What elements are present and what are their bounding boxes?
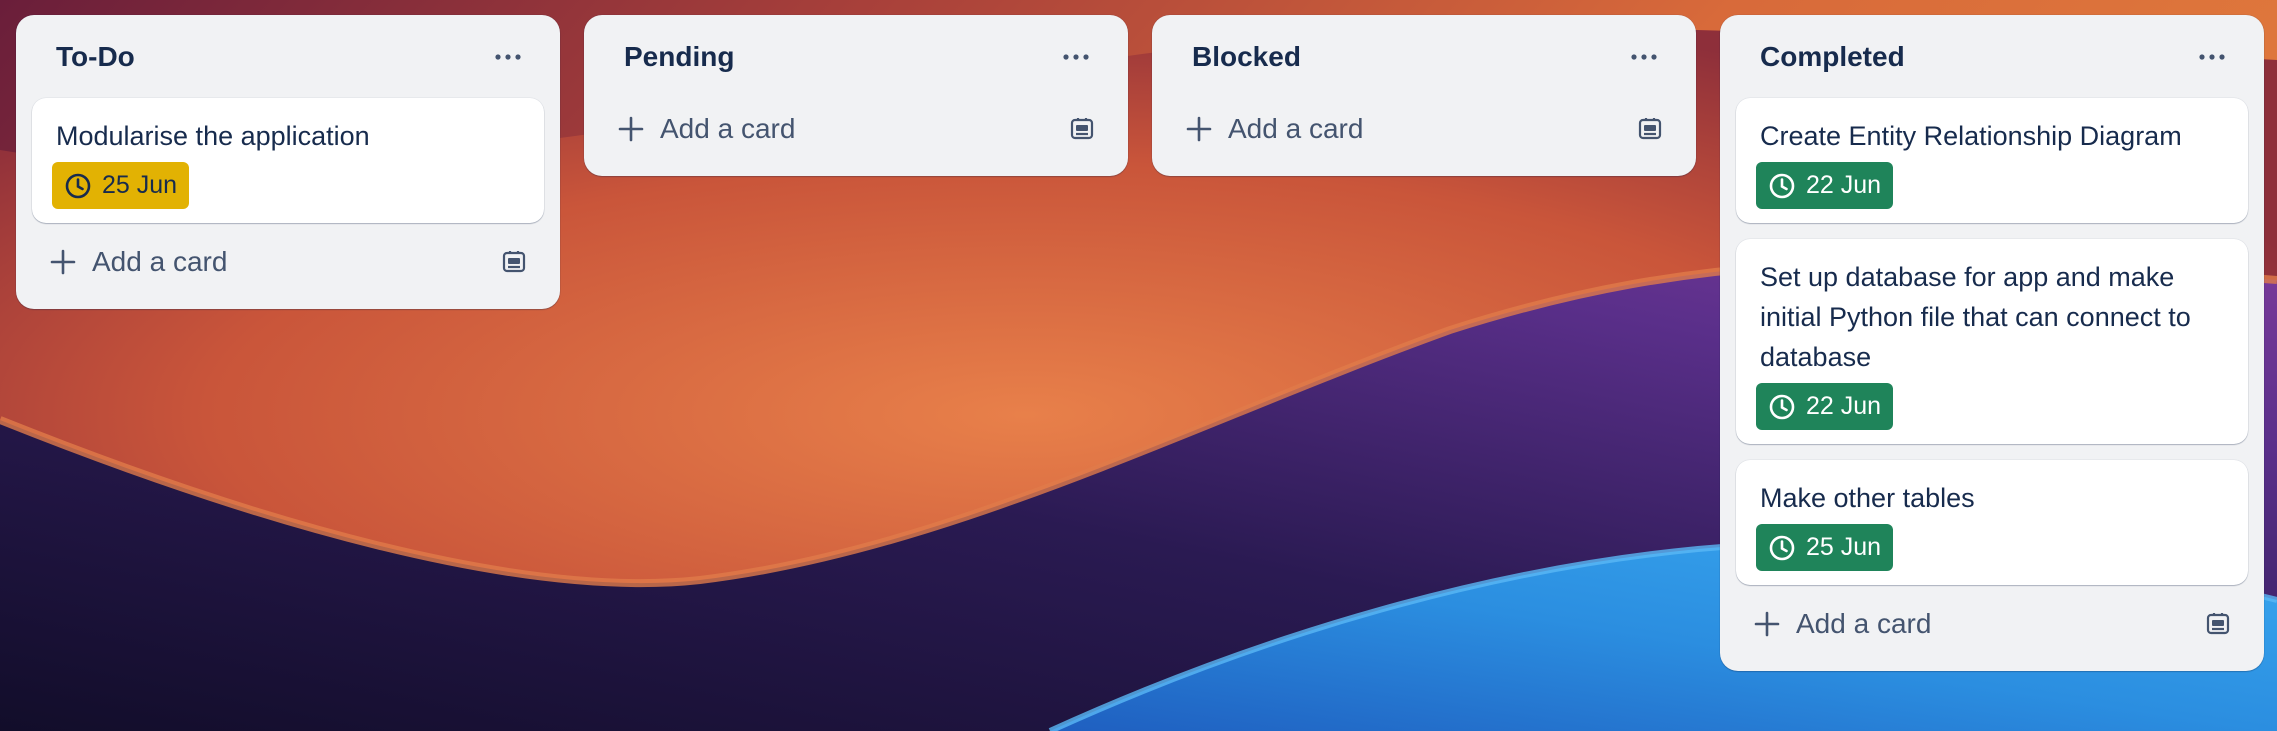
due-date-badge[interactable]: 25 Jun <box>1756 524 1894 571</box>
card-list: Create Entity Relationship Diagram 22 Ju… <box>1736 98 2248 585</box>
more-horizontal-icon <box>2199 53 2225 60</box>
add-card-button[interactable]: Add a card <box>32 231 544 293</box>
list-pending: Pending Add a card <box>584 15 1128 176</box>
due-date-label: 22 Jun <box>1806 171 1882 199</box>
card-template-icon <box>1070 118 1094 140</box>
due-date-badge[interactable]: 22 Jun <box>1756 162 1894 209</box>
list-menu-button[interactable] <box>1620 33 1668 81</box>
plus-icon <box>50 249 76 275</box>
card-template-icon <box>1638 118 1662 140</box>
card[interactable]: Make other tables 25 Jun <box>1736 460 2248 585</box>
card-list: Modularise the application 25 Jun <box>32 98 544 223</box>
card-title: Modularise the application <box>56 121 370 151</box>
plus-icon <box>1186 116 1212 142</box>
more-horizontal-icon <box>1631 53 1657 60</box>
create-from-template-button[interactable] <box>1064 111 1100 147</box>
list-menu-button[interactable] <box>2188 33 2236 81</box>
board: To-Do Modularise the application 25 Jun <box>16 15 2264 671</box>
list-completed: Completed Create Entity Relationship Dia… <box>1720 15 2264 671</box>
list-blocked: Blocked Add a card <box>1152 15 1696 176</box>
add-card-label: Add a card <box>92 246 228 277</box>
add-card-button[interactable]: Add a card <box>1168 98 1680 160</box>
create-from-template-button[interactable] <box>496 244 532 280</box>
card-title: Create Entity Relationship Diagram <box>1760 121 2182 151</box>
clock-icon <box>1769 173 1795 198</box>
clock-icon <box>65 173 91 198</box>
card-title: Make other tables <box>1760 483 1975 513</box>
add-card-label: Add a card <box>1228 113 1364 144</box>
plus-icon <box>618 116 644 142</box>
add-card-button[interactable]: Add a card <box>600 98 1112 160</box>
list-title[interactable]: Blocked <box>1192 41 1301 73</box>
add-card: Add a card <box>1186 113 1363 145</box>
card[interactable]: Set up database for app and make initial… <box>1736 239 2248 444</box>
list-header: To-Do <box>32 15 544 98</box>
list-menu-button[interactable] <box>484 33 532 81</box>
more-horizontal-icon <box>495 53 521 60</box>
list-title[interactable]: Completed <box>1760 41 1905 73</box>
create-from-template-button[interactable] <box>2200 606 2236 642</box>
add-card-label: Add a card <box>660 113 796 144</box>
add-card: Add a card <box>50 246 227 278</box>
list-to-do: To-Do Modularise the application 25 Jun <box>16 15 560 309</box>
list-title[interactable]: Pending <box>624 41 734 73</box>
card[interactable]: Modularise the application 25 Jun <box>32 98 544 223</box>
add-card-label: Add a card <box>1796 608 1932 639</box>
card-title: Set up database for app and make initial… <box>1760 262 2191 372</box>
list-title[interactable]: To-Do <box>56 41 135 73</box>
due-date-badge[interactable]: 22 Jun <box>1756 383 1894 430</box>
list-menu-button[interactable] <box>1052 33 1100 81</box>
list-header: Pending <box>600 15 1112 98</box>
plus-icon <box>1754 611 1780 637</box>
card-template-icon <box>2206 613 2230 635</box>
clock-icon <box>1769 394 1795 419</box>
list-header: Blocked <box>1168 15 1680 98</box>
due-date-badge[interactable]: 25 Jun <box>52 162 190 209</box>
add-card-button[interactable]: Add a card <box>1736 593 2248 655</box>
clock-icon <box>1769 535 1795 560</box>
due-date-label: 22 Jun <box>1806 392 1882 420</box>
card-template-icon <box>502 251 526 273</box>
create-from-template-button[interactable] <box>1632 111 1668 147</box>
list-header: Completed <box>1736 15 2248 98</box>
card[interactable]: Create Entity Relationship Diagram 22 Ju… <box>1736 98 2248 223</box>
add-card: Add a card <box>1754 608 1931 640</box>
due-date-label: 25 Jun <box>102 171 178 199</box>
due-date-label: 25 Jun <box>1806 533 1882 561</box>
add-card: Add a card <box>618 113 795 145</box>
more-horizontal-icon <box>1063 53 1089 60</box>
